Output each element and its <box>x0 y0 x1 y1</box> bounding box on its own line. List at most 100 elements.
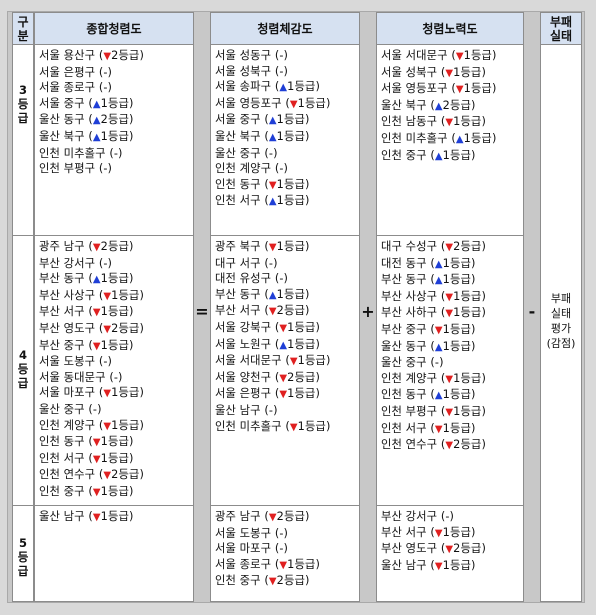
grade-change-value: 1등급 <box>100 272 129 286</box>
down-triangle-icon: ▼ <box>103 323 112 335</box>
region-entry: 울산 남구 (▼1등급) <box>39 510 134 523</box>
up-triangle-icon: ▲ <box>268 115 277 127</box>
perceived-g4-section: 광주 북구 (▼1등급) 대구 서구 (-) 대전 유성구 (-) 부산 동구 (▲1… <box>211 235 359 505</box>
region-entry: 울산 중구 (-) <box>39 402 102 416</box>
perceived-integrity-column: 청렴체감도 서울 성동구 (-) 서울 성북구 (-) 서울 송파구 (▲1등급) 서… <box>210 12 360 602</box>
up-triangle-icon: ▲ <box>92 98 101 110</box>
grade-change-value: 1등급 <box>287 320 316 334</box>
region-list: 광주 남구 (▼2등급) 부산 강서구 (-) 부산 동구 (▲1등급) 부산 사상구… <box>39 239 144 501</box>
total-integrity-column: 종합청렴도 서울 용산구 (▼2등급) 서울 은평구 (-) 서울 종로구 (-) 서… <box>34 12 194 602</box>
perceived-g5-section: 광주 남구 (▼2등급) 서울 도봉구 (-) 서울 마포구 (-) 서울 종로구 (… <box>211 505 359 603</box>
grade-change-value: 1등급 <box>442 339 471 353</box>
region-name: 인천 연수구 ( <box>381 438 446 452</box>
region-entry: 서울 동대문구 (-) <box>39 370 123 384</box>
region-name: 인천 서구 ( <box>215 194 269 208</box>
region-entry: 인천 미추홀구 (-) <box>39 146 123 160</box>
no-change-mark: - <box>113 370 119 384</box>
region-name: 대구 수성구 ( <box>381 240 446 253</box>
region-entry: 부산 강서구 (-) <box>39 256 113 270</box>
down-triangle-icon: ▼ <box>103 51 112 62</box>
grade-change-value: 1등급 <box>100 129 129 143</box>
down-triangle-icon: ▼ <box>445 373 454 385</box>
region-name: 서울 도봉구 ( <box>39 355 104 369</box>
region-entry: 서울 영등포구 (▼1등급) <box>381 82 497 96</box>
total-integrity-header: 종합청렴도 <box>35 13 193 45</box>
region-entry: 울산 남구 (-) <box>215 403 278 417</box>
region-name: 울산 남구 ( <box>381 558 435 572</box>
region-list: 부산 강서구 (-) 부산 서구 (▼1등급) 부산 영도구 (▼2등급) 울산 남구… <box>381 509 486 574</box>
grade-change-value: 2등급 <box>111 321 140 335</box>
region-name: 부산 서구 ( <box>39 305 93 319</box>
region-name: 부산 동구 ( <box>215 287 269 301</box>
corruption-header-text: 부패실태 <box>549 14 573 43</box>
region-name: 부산 동구 ( <box>39 272 93 286</box>
region-name: 부산 사하구 ( <box>381 306 446 320</box>
grade-change-value: 2등급 <box>453 438 482 452</box>
no-change-mark: - <box>434 356 440 370</box>
region-name: 서울 은평구 ( <box>215 387 280 401</box>
effort-g4-section: 대구 수성구 (▼2등급) 대전 동구 (▲1등급) 부산 동구 (▲1등급) 부산 … <box>377 235 523 505</box>
region-name: 서울 용산구 ( <box>39 49 104 62</box>
region-entry: 인천 남동구 (▼1등급) <box>381 115 486 129</box>
region-entry: 인천 미추홀구 (▼1등급) <box>215 419 331 433</box>
grade-change-value: 1등급 <box>453 115 482 129</box>
category-section-g4: 4등급 <box>13 235 33 505</box>
grade-change-value: 1등급 <box>287 337 316 351</box>
region-entry: 부산 서구 (▼2등급) <box>215 304 310 318</box>
region-list: 울산 남구 (▼1등급) <box>39 509 133 526</box>
up-triangle-icon: ▲ <box>434 258 443 270</box>
region-entry: 부산 동구 (▲1등급) <box>215 287 310 301</box>
corruption-note-line: (감점) <box>546 337 576 350</box>
region-name: 부산 서구 ( <box>381 525 435 539</box>
region-entry: 서울 양천구 (▼2등급) <box>215 370 320 384</box>
up-triangle-icon: ▲ <box>268 196 277 208</box>
plus-operator: + <box>361 302 375 321</box>
region-name: 울산 중구 ( <box>215 146 269 160</box>
region-name: 울산 중구 ( <box>39 402 93 416</box>
grade-change-value: 1등급 <box>100 305 129 319</box>
down-triangle-icon: ▼ <box>268 179 277 191</box>
region-name: 광주 북구 ( <box>215 240 269 253</box>
grade-4-label: 4등급 <box>17 348 29 390</box>
up-triangle-icon: ▲ <box>434 275 443 287</box>
no-change-mark: - <box>279 526 284 540</box>
region-list: 서울 서대문구 (▼1등급) 서울 성북구 (▼1등급) 서울 영등포구 (▼1등급… <box>381 48 496 164</box>
region-name: 울산 북구 ( <box>215 129 269 143</box>
region-entry: 서울 성북구 (▼1등급) <box>381 65 486 79</box>
region-name: 서울 동대문구 ( <box>39 370 114 384</box>
equals-operator: = <box>195 302 209 321</box>
effort-g5-section: 부산 강서구 (-) 부산 서구 (▼1등급) 부산 영도구 (▼2등급) 울산 남구… <box>377 505 523 603</box>
region-entry: 부산 사상구 (▼1등급) <box>381 289 486 303</box>
grade-change-value: 1등급 <box>442 148 471 162</box>
down-triangle-icon: ▼ <box>434 324 443 336</box>
region-name: 울산 북구 ( <box>381 98 435 112</box>
grade-change-value: 1등급 <box>111 386 140 400</box>
region-entry: 울산 동구 (▲2등급) <box>39 113 134 127</box>
down-triangle-icon: ▼ <box>268 512 277 523</box>
region-name: 인천 중구 ( <box>381 148 435 162</box>
grade-change-value: 1등급 <box>100 451 129 465</box>
region-entry: 부산 중구 (▼1등급) <box>381 322 476 336</box>
down-triangle-icon: ▼ <box>92 437 101 449</box>
down-triangle-icon: ▼ <box>268 306 277 318</box>
region-name: 서울 도봉구 ( <box>215 526 280 540</box>
grade-change-value: 2등급 <box>276 304 305 318</box>
grade-change-value: 1등급 <box>111 418 140 432</box>
region-entry: 울산 남구 (▼1등급) <box>381 558 476 572</box>
region-name: 부산 중구 ( <box>381 322 435 336</box>
up-triangle-icon: ▲ <box>434 150 443 162</box>
grade-change-value: 1등급 <box>276 287 305 301</box>
grade-change-value: 1등급 <box>463 82 492 96</box>
region-name: 서울 영등포구 ( <box>215 96 290 110</box>
down-triangle-icon: ▼ <box>92 486 101 498</box>
region-name: 서울 서대문구 ( <box>215 354 290 368</box>
region-name: 인천 미추홀구 ( <box>39 146 114 160</box>
region-list: 광주 북구 (▼1등급) 대구 서구 (-) 대전 유성구 (-) 부산 동구 (▲1… <box>215 239 330 435</box>
no-change-mark: - <box>268 146 274 160</box>
down-triangle-icon: ▼ <box>289 421 298 433</box>
region-name: 서울 송파구 ( <box>215 80 280 94</box>
effort-g3-section: 서울 서대문구 (▼1등급) 서울 성북구 (▼1등급) 서울 영등포구 (▼1등급… <box>377 45 523 235</box>
down-triangle-icon: ▼ <box>434 423 443 435</box>
grade-change-value: 1등급 <box>453 65 482 79</box>
region-entry: 서울 영등포구 (▼1등급) <box>215 96 331 110</box>
